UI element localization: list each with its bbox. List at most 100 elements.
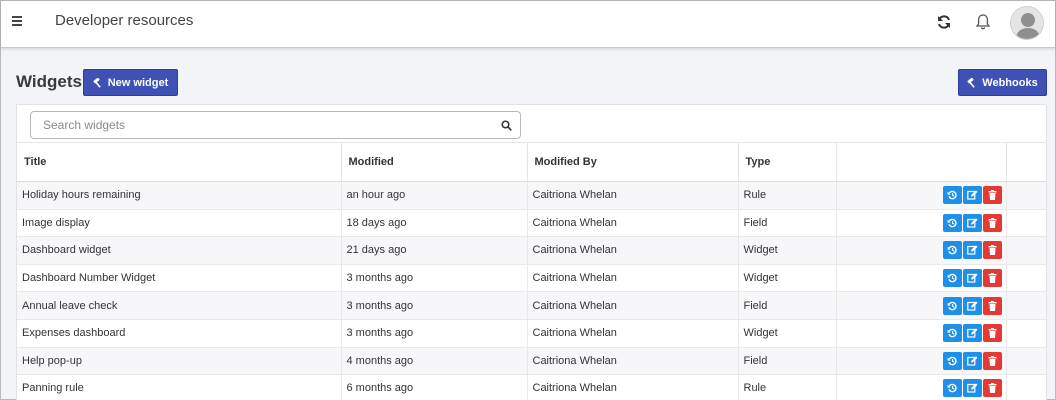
trash-icon[interactable]	[982, 186, 1002, 205]
cell-type: Rule	[738, 181, 837, 210]
webhooks-button[interactable]: Webhooks	[958, 69, 1047, 96]
column-header-spacer	[1006, 142, 1046, 182]
trash-icon[interactable]	[982, 351, 1002, 370]
hammer-icon	[967, 77, 976, 88]
edit-icon[interactable]	[962, 269, 982, 288]
column-header-modified-by[interactable]: Modified By	[527, 142, 739, 182]
cell-type: Rule	[738, 374, 837, 400]
edit-icon[interactable]	[962, 241, 982, 260]
cell-title[interactable]: Help pop-up	[17, 347, 342, 376]
history-icon[interactable]	[942, 186, 962, 205]
cell-title[interactable]: Holiday hours remaining	[17, 181, 342, 210]
search-input[interactable]	[43, 117, 483, 133]
table-header-row: Title Modified Modified By Type	[17, 142, 1046, 182]
edit-icon[interactable]	[962, 324, 982, 343]
hamburger-menu-icon[interactable]	[12, 16, 24, 28]
column-header-title[interactable]: Title	[17, 142, 342, 182]
history-icon[interactable]	[942, 324, 962, 343]
table-row[interactable]: Dashboard widget 21 days ago Caitriona Whe…	[17, 236, 1046, 265]
cell-spacer	[1006, 264, 1046, 293]
cell-actions	[836, 374, 1007, 400]
cell-type: Field	[738, 347, 837, 376]
trash-icon[interactable]	[982, 241, 1002, 260]
cell-modified-by: Caitriona Whelan	[527, 181, 739, 210]
cell-modified: 18 days ago	[341, 209, 528, 238]
table-row[interactable]: Holiday hours remaining an hour ago Caitri…	[17, 181, 1046, 210]
cell-actions	[836, 209, 1007, 238]
cell-title[interactable]: Panning rule	[17, 374, 342, 400]
history-icon[interactable]	[942, 379, 962, 398]
bell-icon[interactable]	[975, 13, 991, 31]
new-widget-button[interactable]: New widget	[83, 69, 178, 96]
table-row[interactable]: Expenses dashboard 3 months ago Caitriona …	[17, 319, 1046, 348]
cell-type: Field	[738, 209, 837, 238]
column-header-type[interactable]: Type	[738, 142, 837, 182]
cell-type: Widget	[738, 236, 837, 265]
cell-modified-by: Caitriona Whelan	[527, 264, 739, 293]
trash-icon[interactable]	[982, 213, 1002, 232]
trash-icon[interactable]	[982, 379, 1002, 398]
page-title: Widgets	[16, 72, 82, 91]
cell-title[interactable]: Annual leave check	[17, 291, 342, 320]
cell-spacer	[1006, 319, 1046, 348]
cell-title[interactable]: Image display	[17, 209, 342, 238]
column-header-modified[interactable]: Modified	[341, 142, 528, 182]
cell-spacer	[1006, 291, 1046, 320]
widgets-table: Title Modified Modified By Type Holiday …	[17, 142, 1046, 400]
webhooks-label: Webhooks	[982, 76, 1038, 89]
edit-icon[interactable]	[962, 186, 982, 205]
cell-spacer	[1006, 347, 1046, 376]
history-icon[interactable]	[942, 269, 962, 288]
edit-icon[interactable]	[962, 296, 982, 315]
history-icon[interactable]	[942, 213, 962, 232]
trash-icon[interactable]	[982, 296, 1002, 315]
cell-modified: 4 months ago	[341, 347, 528, 376]
cell-modified-by: Caitriona Whelan	[527, 209, 739, 238]
cell-modified: 3 months ago	[341, 291, 528, 320]
cell-type: Field	[738, 291, 837, 320]
cell-spacer	[1006, 374, 1046, 400]
cell-actions	[836, 319, 1007, 348]
cell-modified: an hour ago	[341, 181, 528, 210]
table-row[interactable]: Help pop-up 4 months ago Caitriona Whelan F…	[17, 347, 1046, 376]
cell-title[interactable]: Expenses dashboard	[17, 319, 342, 348]
cell-actions	[836, 291, 1007, 320]
cell-spacer	[1006, 209, 1046, 238]
cell-actions	[836, 264, 1007, 293]
cell-modified-by: Caitriona Whelan	[527, 291, 739, 320]
cell-modified: 6 months ago	[341, 374, 528, 400]
edit-icon[interactable]	[962, 351, 982, 370]
column-header-actions	[836, 142, 1007, 182]
history-icon[interactable]	[942, 296, 962, 315]
trash-icon[interactable]	[982, 269, 1002, 288]
cell-title[interactable]: Dashboard widget	[17, 236, 342, 265]
user-avatar-icon[interactable]	[1010, 6, 1044, 40]
cell-type: Widget	[738, 319, 837, 348]
cell-title[interactable]: Dashboard Number Widget	[17, 264, 342, 293]
edit-icon[interactable]	[962, 379, 982, 398]
search-box	[30, 111, 521, 139]
cell-modified: 3 months ago	[341, 264, 528, 293]
history-icon[interactable]	[942, 351, 962, 370]
search-icon[interactable]	[501, 120, 512, 131]
cell-spacer	[1006, 181, 1046, 210]
cell-actions	[836, 181, 1007, 210]
cell-actions	[836, 236, 1007, 265]
table-row[interactable]: Panning rule 6 months ago Caitriona Whelan…	[17, 374, 1046, 400]
cell-modified-by: Caitriona Whelan	[527, 319, 739, 348]
table-row[interactable]: Dashboard Number Widget 3 months ago Caitr…	[17, 264, 1046, 293]
widgets-card: Title Modified Modified By Type Holiday …	[16, 104, 1047, 400]
app-title: Developer resources	[55, 12, 194, 29]
refresh-icon[interactable]	[936, 14, 952, 30]
edit-icon[interactable]	[962, 213, 982, 232]
hammer-icon	[92, 77, 101, 88]
cell-modified: 3 months ago	[341, 319, 528, 348]
top-bar: Developer resources	[1, 1, 1055, 48]
table-row[interactable]: Annual leave check 3 months ago Caitriona …	[17, 291, 1046, 320]
cell-spacer	[1006, 236, 1046, 265]
table-row[interactable]: Image display 18 days ago Caitriona Whelan…	[17, 209, 1046, 238]
table-body: Holiday hours remaining an hour ago Caitri…	[17, 181, 1046, 400]
history-icon[interactable]	[942, 241, 962, 260]
trash-icon[interactable]	[982, 324, 1002, 343]
cell-modified: 21 days ago	[341, 236, 528, 265]
